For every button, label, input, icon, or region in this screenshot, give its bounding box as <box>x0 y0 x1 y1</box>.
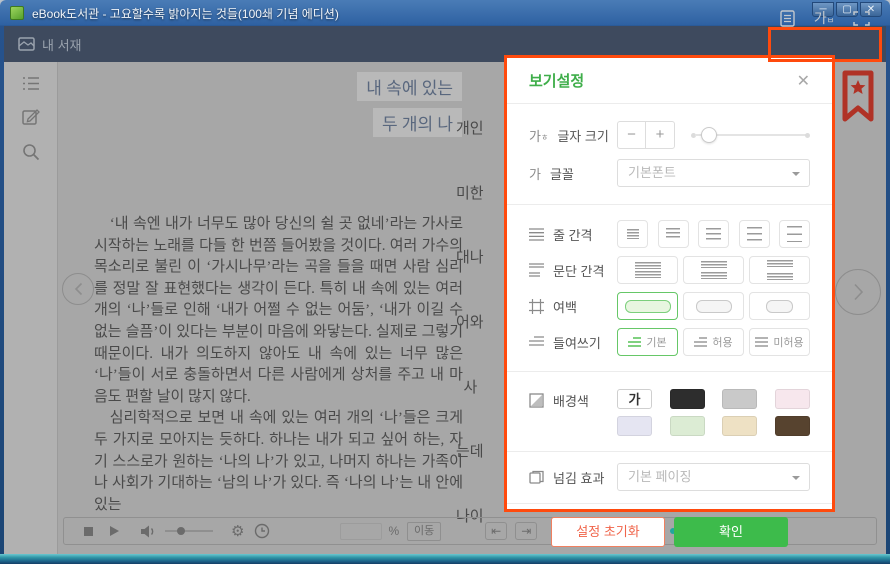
line-spacing-label: 줄 간격 <box>553 225 593 244</box>
window-title: eBook도서관 - 고요할수록 밝아지는 것들(100쇄 기념 에디션) <box>32 5 339 22</box>
window-bottom-frame <box>0 554 890 564</box>
line-spacing-option-5[interactable] <box>779 220 810 248</box>
font-face-label: 글꼴 <box>550 164 574 183</box>
my-library-label: 내 서재 <box>42 35 82 54</box>
chevron-right-icon <box>853 283 864 301</box>
panel-title: 보기설정 <box>529 70 584 91</box>
bg-color-icon <box>529 393 544 408</box>
chevron-down-icon <box>792 476 800 480</box>
line-spacing-option-1[interactable] <box>617 220 648 248</box>
font-face-value: 기본폰트 <box>628 165 676 180</box>
page-effect-icon <box>529 470 544 484</box>
bg-swatch-lavender[interactable] <box>617 416 652 436</box>
font-face-dropdown[interactable]: 기본폰트 <box>617 159 810 187</box>
font-size-label: 글자 크기 <box>557 126 608 145</box>
go-button[interactable]: 이동 <box>407 522 441 541</box>
stop-icon[interactable] <box>84 527 93 536</box>
bg-swatch-brown[interactable] <box>775 416 810 436</box>
volume-icon[interactable] <box>141 525 156 538</box>
bg-swatch-cream[interactable] <box>722 416 757 436</box>
font-size-slider-knob[interactable] <box>701 127 717 143</box>
percent-sign: % <box>388 524 399 538</box>
margin-option-3[interactable] <box>749 292 810 320</box>
margin-option-2[interactable] <box>683 292 744 320</box>
font-size-increase-button[interactable]: + <box>646 122 674 148</box>
indent-icon <box>529 336 544 348</box>
fullscreen-icon[interactable] <box>853 11 870 26</box>
line-spacing-icon <box>529 228 544 241</box>
font-face-icon: 가 <box>529 164 541 183</box>
prev-page-button[interactable] <box>62 273 94 305</box>
reader-sidebar <box>4 62 58 554</box>
page-effect-value: 기본 페이징 <box>628 469 691 484</box>
margin-label: 여백 <box>553 297 577 316</box>
line-spacing-option-2[interactable] <box>658 220 689 248</box>
paragraph-spacing-icon <box>529 263 544 277</box>
chevron-down-icon <box>792 172 800 176</box>
reset-settings-button[interactable]: 설정 초기화 <box>551 517 665 547</box>
my-library-button[interactable]: 내 서재 <box>18 35 82 54</box>
chapter-title-line2: 두 개의 나 <box>373 108 462 137</box>
confirm-button[interactable]: 확인 <box>674 517 788 547</box>
next-page-button[interactable] <box>835 269 881 315</box>
jump-to-start-icon[interactable]: ⇤ <box>485 522 507 540</box>
divider <box>507 103 832 104</box>
chapter-title-line1: 내 속에 있는 <box>357 72 462 101</box>
view-settings-panel: 보기설정 ✕ 가ㅎ 글자 크기 − + <box>504 55 835 512</box>
bg-color-label: 배경색 <box>553 391 589 410</box>
font-settings-icon[interactable]: 가ㅂ <box>814 8 834 28</box>
panel-close-icon[interactable]: ✕ <box>797 71 810 91</box>
line-spacing-option-4[interactable] <box>739 220 770 248</box>
font-size-decrease-button[interactable]: − <box>618 122 646 148</box>
chevron-left-icon <box>74 282 83 296</box>
bookmark-icon[interactable] <box>841 70 875 123</box>
font-size-icon: 가ㅎ <box>529 126 548 145</box>
font-size-slider[interactable] <box>691 127 810 143</box>
bg-swatch-white[interactable]: 가 <box>617 389 652 409</box>
divider <box>507 451 832 452</box>
title-bar: eBook도서관 - 고요할수록 밝아지는 것들(100쇄 기념 에디션) ─ … <box>0 0 890 26</box>
paragraph-spacing-option-2[interactable] <box>683 256 744 284</box>
right-page-clipped-text: 개인 미한 대나 어와 사 는데 나이 자란 을 때 려 ㅂ 없다 하는 끼게 … <box>456 76 506 526</box>
bg-swatch-black[interactable] <box>670 389 705 409</box>
margin-option-1-selected[interactable] <box>617 292 678 320</box>
indent-option-disallow[interactable]: 미허용 <box>749 328 810 356</box>
margin-icon <box>529 299 544 314</box>
annotate-icon[interactable] <box>22 108 40 126</box>
paragraph-spacing-option-1[interactable] <box>617 256 678 284</box>
chapter-title: 내 속에 있는 두 개의 나 <box>94 72 462 144</box>
settings-gear-icon[interactable]: ⚙ <box>231 524 244 539</box>
view-settings-icon[interactable] <box>780 10 795 27</box>
divider <box>507 371 832 372</box>
paragraph-1: ‘내 속엔 내가 너무도 많아 당신의 쉴 곳 없네’라는 가사로 시작하는 노… <box>94 214 463 408</box>
clock-icon[interactable] <box>254 523 270 539</box>
volume-slider[interactable] <box>165 530 213 532</box>
paragraph-spacing-option-3[interactable] <box>749 256 810 284</box>
divider <box>507 204 832 205</box>
toc-icon[interactable] <box>22 76 40 91</box>
play-icon[interactable] <box>110 526 119 536</box>
library-icon <box>18 37 35 51</box>
font-size-stepper: − + <box>617 121 675 149</box>
bg-swatch-green[interactable] <box>670 416 705 436</box>
indent-option-allow[interactable]: 허용 <box>683 328 744 356</box>
search-icon[interactable] <box>22 143 40 161</box>
indent-option-default-selected[interactable]: 기본 <box>617 328 678 356</box>
paragraph-2: 심리학적으로 보면 내 속에 있는 여러 개의 ‘나’들은 크게 두 가지로 모… <box>94 408 463 516</box>
bg-swatch-gray[interactable] <box>722 389 757 409</box>
indent-label: 들여쓰기 <box>553 333 601 352</box>
app-window: eBook도서관 - 고요할수록 밝아지는 것들(100쇄 기념 에디션) ─ … <box>0 0 890 564</box>
page-effect-label: 넘김 효과 <box>553 468 604 487</box>
view-tools-group: 가ㅂ <box>770 4 880 32</box>
bg-swatch-pink[interactable] <box>775 389 810 409</box>
page-text: ‘내 속엔 내가 너무도 많아 당신의 쉴 곳 없네’라는 가사로 시작하는 노… <box>94 214 463 516</box>
app-logo-icon <box>10 6 24 20</box>
line-spacing-option-3[interactable] <box>698 220 729 248</box>
percent-input[interactable] <box>340 523 382 540</box>
page-effect-dropdown[interactable]: 기본 페이징 <box>617 463 810 491</box>
paragraph-spacing-label: 문단 간격 <box>553 261 604 280</box>
